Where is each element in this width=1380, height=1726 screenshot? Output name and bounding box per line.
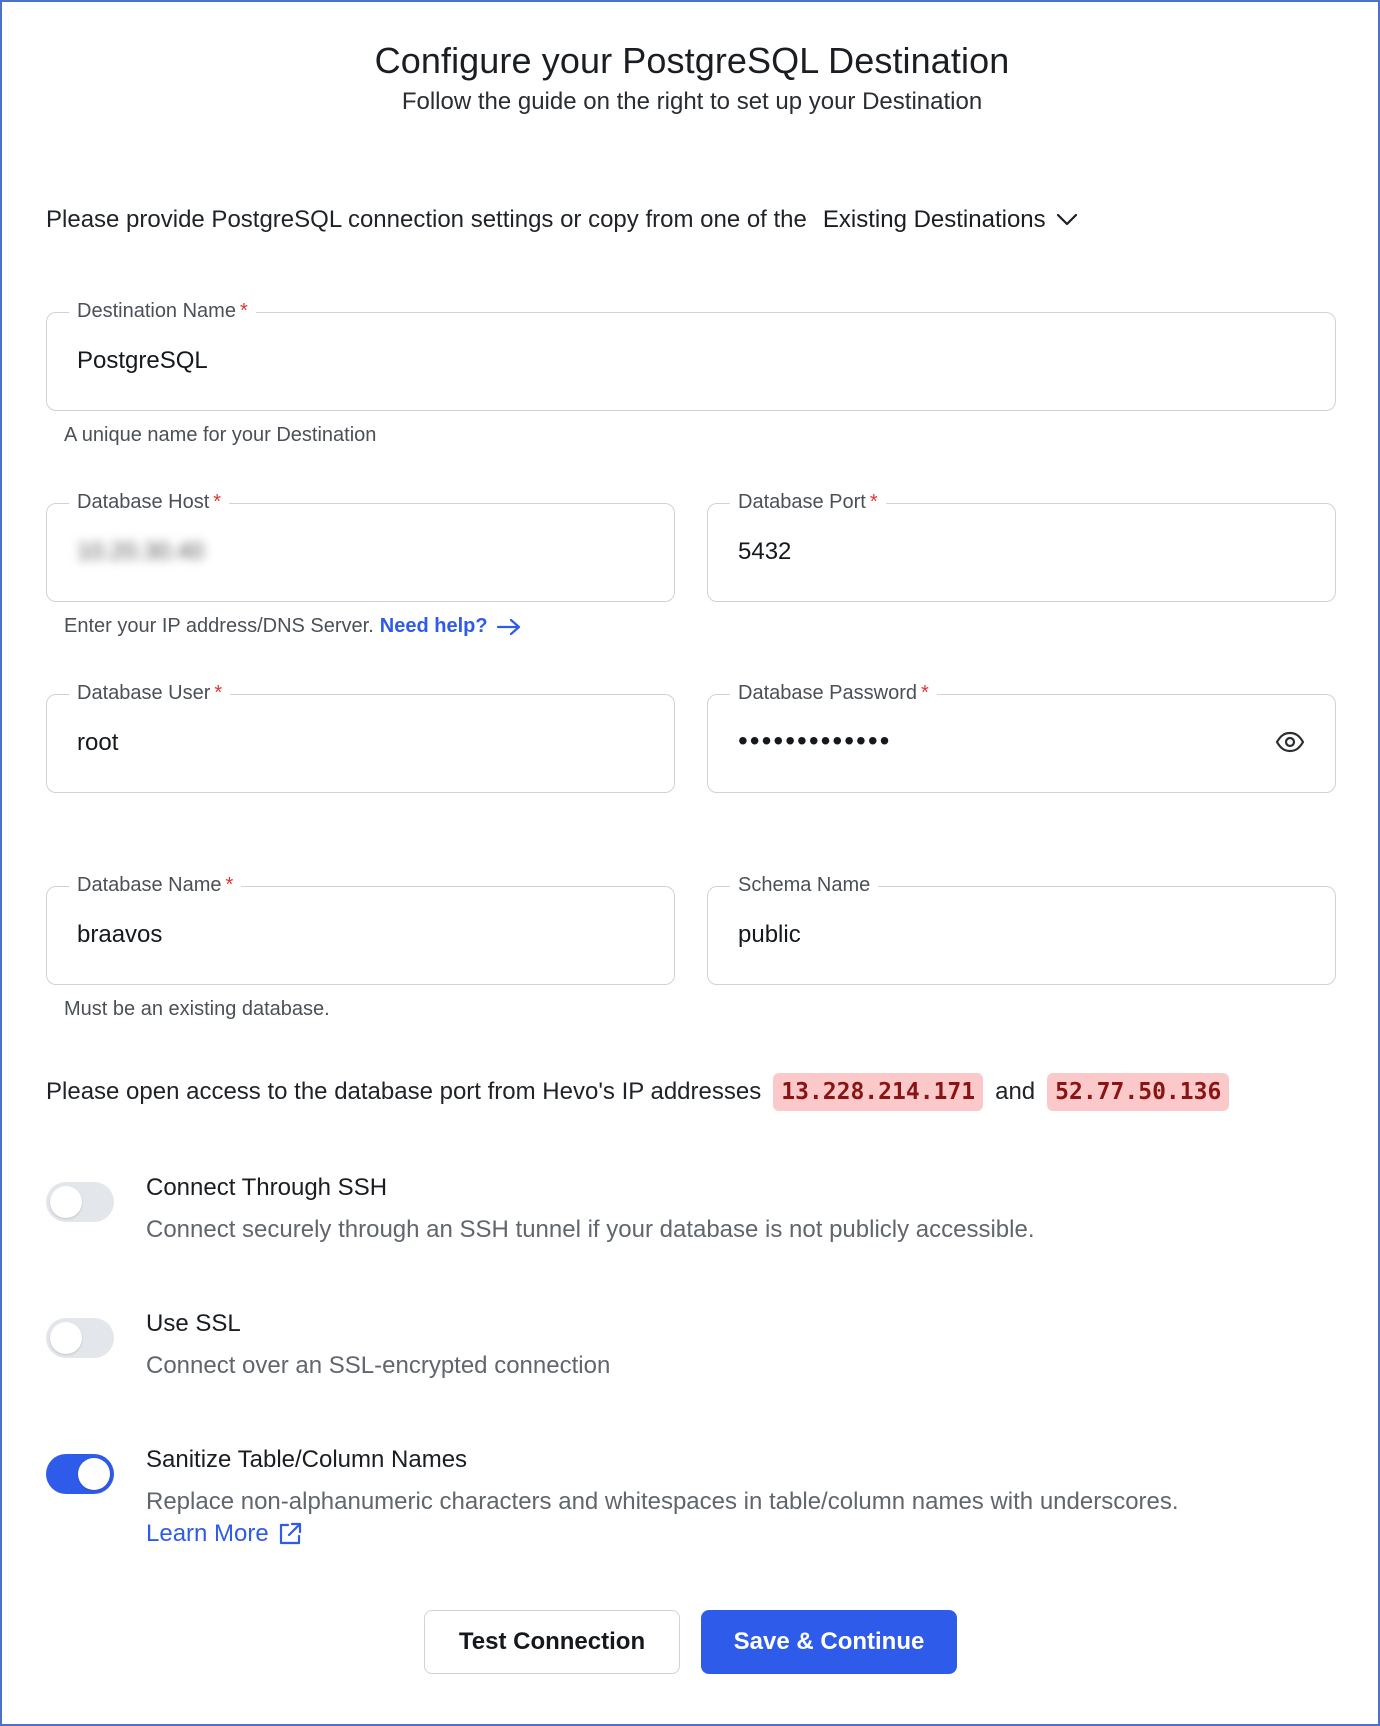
database-port-input[interactable]: 5432 [738, 538, 791, 566]
ip-conjunction: and [995, 1078, 1036, 1105]
ip-address-1: 13.228.214.171 [773, 1073, 984, 1111]
database-host-label: Database Host * [69, 491, 230, 514]
form-container: Configure your PostgreSQL Destination Fo… [0, 0, 1380, 1726]
toggle-knob [78, 1458, 110, 1490]
database-password-label: Database Password * [730, 682, 937, 705]
ip-address-2: 52.77.50.136 [1047, 1073, 1230, 1111]
ssh-title: Connect Through SSH [146, 1174, 388, 1201]
ssl-title: Use SSL [146, 1310, 241, 1337]
database-host-field[interactable]: Database Host * 10.20.30.40 [46, 491, 675, 602]
ssh-description: Connect securely through an SSH tunnel i… [146, 1216, 1035, 1243]
chevron-down-icon [1056, 213, 1077, 226]
save-continue-button[interactable]: Save & Continue [701, 1610, 957, 1674]
page-subtitle: Follow the guide on the right to set up … [401, 88, 983, 115]
test-connection-button[interactable]: Test Connection [424, 1610, 680, 1674]
intro-line: Please provide PostgreSQL connection set… [46, 206, 1078, 234]
database-name-label: Database Name * [69, 874, 242, 897]
database-host-hint-text: Enter your IP address/DNS Server. [64, 615, 374, 637]
database-name-field[interactable]: Database Name * braavos [46, 874, 675, 985]
toggle-knob [50, 1322, 82, 1354]
existing-destinations-dropdown[interactable]: Existing Destinations [823, 206, 1078, 234]
ssl-description: Connect over an SSL-encrypted connection [146, 1352, 611, 1379]
sanitize-toggle[interactable] [46, 1454, 114, 1494]
database-user-label: Database User * [69, 682, 231, 705]
ssh-toggle-row: Connect Through SSH Connect securely thr… [46, 1174, 1035, 1246]
toggle-knob [50, 1186, 82, 1218]
intro-text: Please provide PostgreSQL connection set… [46, 206, 807, 233]
sanitize-toggle-row: Sanitize Table/Column Names Replace non-… [46, 1446, 1179, 1550]
arrow-right-icon [496, 618, 520, 635]
page-title: Configure your PostgreSQL Destination [374, 40, 1010, 81]
existing-destinations-label: Existing Destinations [822, 206, 1046, 233]
database-user-field[interactable]: Database User * root [46, 682, 675, 793]
database-password-field[interactable]: Database Password * ••••••••••••• [707, 682, 1336, 793]
destination-name-input[interactable]: PostgreSQL [77, 347, 208, 375]
ssl-toggle-row: Use SSL Connect over an SSL-encrypted co… [46, 1310, 610, 1382]
learn-more-link[interactable]: Learn More [146, 1518, 303, 1550]
database-host-input[interactable]: 10.20.30.40 [77, 538, 204, 566]
ip-access-line: Please open access to the database port … [46, 1073, 1241, 1111]
database-name-input[interactable]: braavos [77, 921, 162, 949]
ssh-toggle[interactable] [46, 1182, 114, 1222]
sanitize-description-text: Replace non-alphanumeric characters and … [146, 1488, 1179, 1515]
sanitize-description: Replace non-alphanumeric characters and … [146, 1486, 1179, 1550]
destination-name-label: Destination Name * [69, 300, 256, 323]
database-user-input[interactable]: root [77, 729, 118, 757]
external-link-icon [279, 1522, 301, 1545]
eye-icon[interactable] [1275, 731, 1305, 753]
database-port-field[interactable]: Database Port * 5432 [707, 491, 1336, 602]
schema-name-label: Schema Name [730, 874, 879, 897]
ip-access-text: Please open access to the database port … [46, 1078, 762, 1105]
ssl-toggle[interactable] [46, 1318, 114, 1358]
database-host-hint: Enter your IP address/DNS Server. Need h… [64, 615, 522, 638]
need-help-link[interactable]: Need help? [380, 615, 522, 638]
database-port-label: Database Port * [730, 491, 886, 514]
schema-name-field[interactable]: Schema Name public [707, 874, 1336, 985]
destination-name-field[interactable]: Destination Name * PostgreSQL [46, 300, 1336, 411]
sanitize-title: Sanitize Table/Column Names [146, 1446, 468, 1473]
database-name-hint: Must be an existing database. [64, 998, 330, 1020]
schema-name-input[interactable]: public [738, 921, 801, 949]
destination-name-hint: A unique name for your Destination [64, 424, 377, 446]
database-password-input[interactable]: ••••••••••••• [738, 725, 891, 757]
